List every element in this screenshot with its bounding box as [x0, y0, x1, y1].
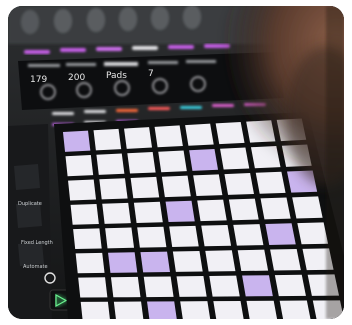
- display-value-1: 179: [30, 75, 47, 85]
- pad-r5-c3[interactable]: [137, 226, 167, 248]
- pad-r6-c1[interactable]: [75, 252, 105, 274]
- pad-r7-c5[interactable]: [209, 275, 240, 297]
- display-value-3: Pads: [106, 71, 127, 81]
- pad-r4-c8[interactable]: [292, 196, 323, 219]
- duplicate-button[interactable]: [14, 164, 40, 190]
- pad-r4-c4[interactable]: [165, 200, 195, 223]
- pad-r5-c4[interactable]: [169, 225, 199, 247]
- pad-r4-c5[interactable]: [197, 199, 227, 222]
- pad-r7-c4[interactable]: [176, 276, 207, 297]
- pad-r7-c3[interactable]: [143, 276, 174, 298]
- display-value-2: 200: [68, 73, 85, 83]
- pad-r2-c1[interactable]: [65, 155, 94, 177]
- duplicate-label: Duplicate: [18, 201, 42, 207]
- pad-r8-c2[interactable]: [113, 301, 144, 319]
- pad-r7-c7[interactable]: [274, 274, 306, 297]
- pad-r6-c5[interactable]: [205, 250, 236, 272]
- pad-r3-c3[interactable]: [130, 176, 160, 199]
- pad-r4-c3[interactable]: [133, 201, 163, 223]
- pad-r5-c8[interactable]: [297, 222, 329, 245]
- display-value-4: 7: [148, 69, 154, 79]
- pad-r5-c6[interactable]: [233, 224, 264, 246]
- pad-r3-c2[interactable]: [99, 178, 128, 200]
- pad-r5-c7[interactable]: [265, 223, 296, 245]
- pad-r2-c5[interactable]: [189, 149, 219, 171]
- pad-r3-c6[interactable]: [224, 173, 254, 195]
- photo-frame: 179 200 Pads 7 Duplicate Fixed Length Au…: [0, 0, 352, 325]
- pad-r4-c7[interactable]: [260, 197, 291, 220]
- pad-r6-c7[interactable]: [270, 249, 301, 271]
- pad-r1-c2[interactable]: [93, 128, 122, 151]
- pad-r6-c2[interactable]: [108, 252, 138, 273]
- pad-r4-c2[interactable]: [102, 202, 131, 224]
- pad-r5-c5[interactable]: [201, 224, 232, 247]
- pad-r8-c4[interactable]: [180, 301, 211, 319]
- pad-r2-c3[interactable]: [127, 152, 156, 174]
- pad-r2-c2[interactable]: [96, 153, 125, 175]
- pad-r6-c3[interactable]: [140, 251, 170, 273]
- pad-r8-c7[interactable]: [279, 300, 311, 319]
- pad-r8-c6[interactable]: [246, 300, 278, 319]
- pad-r6-c4[interactable]: [172, 250, 203, 272]
- pad-r7-c2[interactable]: [110, 276, 141, 298]
- controller-photo: 179 200 Pads 7 Duplicate Fixed Length Au…: [8, 6, 344, 319]
- automate-label: Automate: [23, 264, 48, 270]
- pad-r1-c1[interactable]: [62, 130, 91, 152]
- pad-r8-c3[interactable]: [147, 301, 177, 319]
- pad-r3-c5[interactable]: [193, 174, 223, 197]
- pad-r1-c3[interactable]: [124, 127, 153, 149]
- pad-r7-c6[interactable]: [242, 275, 273, 297]
- pad-r4-c1[interactable]: [70, 203, 99, 225]
- pad-r2-c4[interactable]: [158, 150, 187, 173]
- pad-r3-c4[interactable]: [161, 175, 191, 198]
- pad-r1-c4[interactable]: [154, 125, 183, 148]
- pad-r4-c6[interactable]: [228, 198, 259, 221]
- pad-r7-c1[interactable]: [78, 277, 108, 298]
- pad-r5-c2[interactable]: [105, 227, 135, 249]
- pad-r5-c1[interactable]: [73, 228, 102, 250]
- fixed-length-label: Fixed Length: [21, 240, 53, 246]
- pad-r6-c6[interactable]: [237, 249, 269, 271]
- pad-r8-c5[interactable]: [213, 300, 244, 319]
- pad-r8-c1[interactable]: [80, 301, 111, 319]
- pad-r3-c1[interactable]: [68, 179, 97, 201]
- pad-r1-c5[interactable]: [185, 123, 214, 146]
